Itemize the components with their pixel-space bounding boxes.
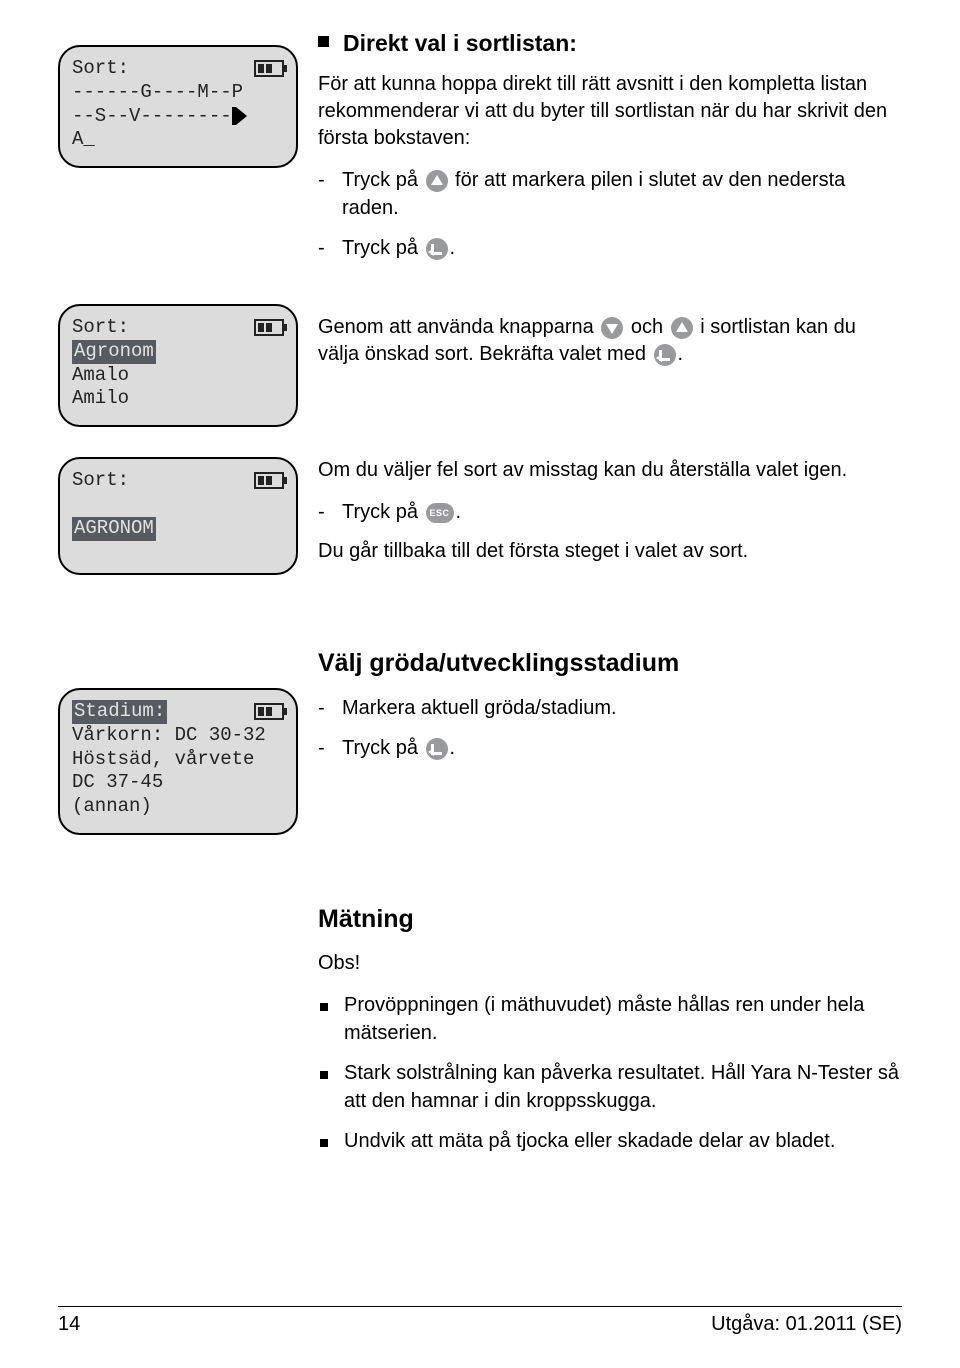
lcd-screen-sort-list: Sort: Agronom Amalo Amilo [58,304,298,427]
enter-button-icon [654,344,676,366]
paragraph: Om du väljer fel sort av misstag kan du … [318,457,902,484]
battery-icon [254,703,284,720]
lcd-title: Sort: [72,316,129,340]
square-bullet-icon [320,1139,328,1147]
right-arrow-icon [232,107,247,125]
enter-button-icon [426,238,448,260]
up-button-icon [671,317,693,339]
lcd-screen-stadium: Stadium: Vårkorn: DC 30-32 Höstsäd, vårv… [58,688,298,835]
paragraph: Genom att använda knapparna och i sortli… [318,314,902,368]
step-text: Tryck på . [342,734,902,762]
note-text: Undvik att mäta på tjocka eller skadade … [344,1127,902,1155]
dash-bullet: - [318,234,342,262]
intro-paragraph: För att kunna hoppa direkt till rätt avs… [318,71,902,152]
battery-icon [254,472,284,489]
enter-button-icon [426,738,448,760]
page-footer: 14 Utgåva: 01.2011 (SE) [58,1306,902,1336]
up-button-icon [426,170,448,192]
lcd-line: --S--V-------- [72,105,232,129]
lcd-selected-item: Agronom [72,340,156,364]
lcd-cursor-line: A_ [72,128,284,152]
note-text: Provöppningen (i mäthuvudet) måste hålla… [344,991,902,1047]
dash-bullet: - [318,734,342,762]
lcd-item: Amalo [72,364,284,388]
down-button-icon [601,317,623,339]
lcd-selected-item: AGRONOM [72,517,156,541]
paragraph: Du går tillbaka till det första steget i… [318,538,902,565]
dash-bullet: - [318,498,342,526]
lcd-item: (annan) [72,795,284,819]
dash-bullet: - [318,694,342,722]
section-heading: Direkt val i sortlistan: [343,30,577,57]
lcd-title: Sort: [72,469,129,493]
battery-icon [254,60,284,77]
dash-bullet: - [318,166,342,194]
section-heading: Välj gröda/utvecklingsstadium [318,649,902,678]
page-number: 14 [58,1313,80,1336]
step-text: Markera aktuell gröda/stadium. [342,694,902,722]
square-bullet-icon [318,36,329,47]
lcd-line: ------G----M--P [72,81,284,105]
edition-label: Utgåva: 01.2011 (SE) [711,1313,902,1336]
section-heading: Mätning [318,905,902,934]
esc-button-icon: ESC [426,503,454,523]
battery-icon [254,319,284,336]
step-text: Tryck på . [342,234,902,262]
square-bullet-icon [320,1071,328,1079]
obs-label: Obs! [318,950,902,977]
lcd-title-selected: Stadium: [72,700,167,724]
lcd-screen-sort-selected: Sort: AGRONOM [58,457,298,575]
note-text: Stark solstrålning kan påverka resultate… [344,1059,902,1115]
step-text: Tryck på ESC. [342,498,902,526]
lcd-item: Amilo [72,387,284,411]
lcd-item: Vårkorn: DC 30-32 [72,724,284,748]
lcd-title: Sort: [72,57,129,81]
step-text: Tryck på för att markera pilen i slutet … [342,166,902,222]
lcd-item: DC 37-45 [72,771,284,795]
lcd-item: Höstsäd, vårvete [72,748,284,772]
lcd-screen-sort-alpha: Sort: ------G----M--P --S--V-------- A_ [58,45,298,168]
square-bullet-icon [320,1003,328,1011]
